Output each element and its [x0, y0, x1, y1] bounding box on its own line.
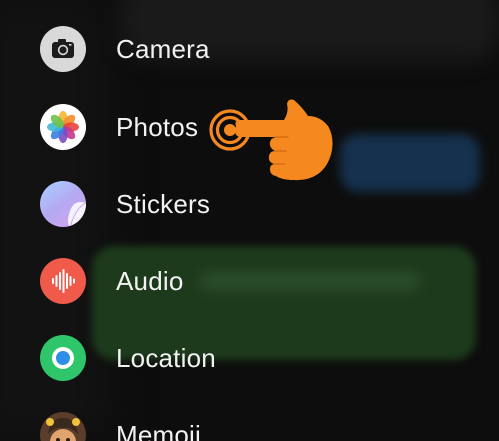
attachment-menu: Camera Photos Stickers Audio Location Me… — [0, 0, 499, 441]
menu-item-label: Audio — [116, 265, 184, 296]
photos-icon — [40, 104, 86, 150]
stickers-icon — [40, 181, 86, 227]
menu-item-photos[interactable]: Photos — [40, 102, 198, 152]
menu-item-label: Stickers — [116, 188, 211, 219]
menu-item-audio[interactable]: Audio — [40, 256, 183, 306]
menu-item-label: Location — [116, 342, 216, 373]
menu-item-label: Memoji — [116, 419, 201, 441]
tap-hand-icon — [208, 96, 338, 188]
menu-item-camera[interactable]: Camera — [40, 24, 209, 74]
menu-item-memoji[interactable]: Memoji — [40, 410, 201, 441]
memoji-icon — [40, 412, 86, 441]
menu-item-location[interactable]: Location — [40, 333, 216, 383]
menu-item-stickers[interactable]: Stickers — [40, 179, 210, 229]
camera-icon — [40, 26, 86, 72]
audio-icon — [40, 258, 86, 304]
location-icon — [40, 335, 86, 381]
menu-item-label: Camera — [116, 33, 210, 64]
menu-item-label: Photos — [116, 111, 199, 142]
